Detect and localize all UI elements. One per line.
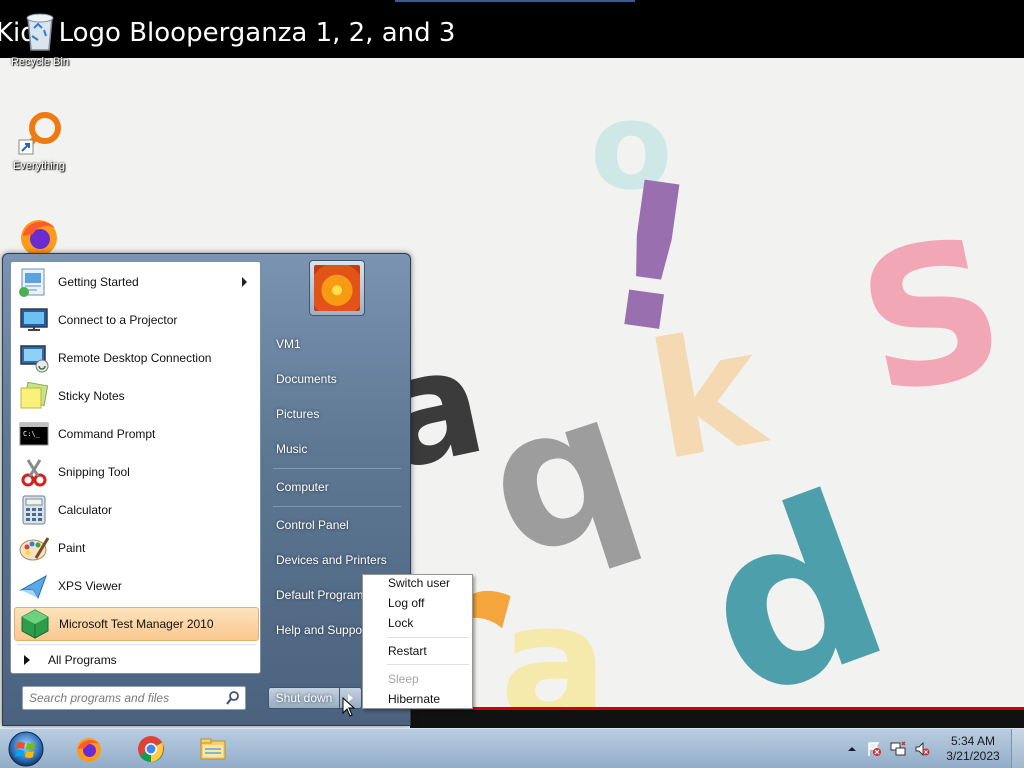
taskbar-app-file-explorer[interactable]	[184, 731, 240, 767]
show-desktop-button[interactable]	[1011, 729, 1024, 768]
right-item-devices-printers[interactable]: Devices and Printers	[267, 546, 407, 574]
program-paint[interactable]: Paint	[14, 531, 259, 565]
desktop-icon-everything[interactable]: Everything	[1, 110, 77, 172]
everything-search-icon	[15, 110, 63, 158]
video-title-bar: Kids Logo Blooperganza 1, 2, and 3	[0, 0, 1024, 58]
recycle-bin-icon	[16, 6, 64, 54]
right-item-control-panel[interactable]: Control Panel	[267, 511, 407, 539]
program-xps-viewer[interactable]: XPS Viewer	[14, 569, 259, 603]
calculator-icon	[18, 494, 50, 526]
start-menu: Getting Started Connect to a Projector R…	[2, 253, 411, 726]
desktop-icon-label: Recycle Bin	[10, 56, 70, 68]
program-label: Command Prompt	[58, 427, 156, 441]
show-hidden-icons-chevron-icon[interactable]	[844, 741, 860, 757]
file-explorer-icon	[200, 738, 226, 760]
menu-item-lock[interactable]: Lock	[365, 613, 470, 633]
program-connect-to-projector[interactable]: Connect to a Projector	[14, 303, 259, 337]
program-label: Microsoft Test Manager 2010	[59, 617, 214, 631]
system-clock[interactable]: 5:34 AM 3/21/2023	[938, 734, 1008, 764]
sticky-notes-icon	[18, 380, 50, 412]
right-item-user[interactable]: VM1	[267, 330, 407, 358]
shutdown-options-menu: Switch user Log off Lock Restart Sleep H…	[362, 574, 473, 709]
program-label: Getting Started	[58, 275, 139, 289]
right-item-documents[interactable]: Documents	[267, 365, 407, 393]
program-label: XPS Viewer	[58, 579, 122, 593]
separator	[387, 637, 469, 638]
all-programs-button[interactable]: All Programs	[14, 648, 259, 672]
menu-item-sleep: Sleep	[388, 672, 419, 686]
letter-k: k	[637, 293, 778, 496]
video-controls-strip	[410, 710, 1024, 728]
xps-viewer-icon	[18, 570, 50, 602]
search-icon[interactable]	[225, 690, 241, 706]
submenu-arrow-icon[interactable]	[242, 277, 247, 287]
volume-muted-icon[interactable]	[914, 741, 930, 757]
expand-arrow-icon	[24, 655, 30, 665]
program-snipping-tool[interactable]: Snipping Tool	[14, 455, 259, 489]
program-label: Connect to a Projector	[58, 313, 178, 327]
program-label: Calculator	[58, 503, 113, 517]
search-input[interactable]	[29, 690, 217, 706]
program-label: Remote Desktop Connection	[58, 351, 212, 365]
right-item-music[interactable]: Music	[267, 435, 407, 463]
action-center-flag-icon[interactable]	[866, 741, 882, 757]
separator	[273, 506, 401, 507]
chrome-icon	[138, 736, 164, 763]
clock-date: 3/21/2023	[946, 749, 1000, 763]
projector-icon	[18, 304, 50, 336]
desktop-icon-label: Everything	[13, 160, 65, 172]
desktop-icon-recycle-bin[interactable]: Recycle Bin	[2, 6, 78, 68]
snipping-tool-icon	[18, 456, 50, 488]
right-item-pictures[interactable]: Pictures	[267, 400, 407, 428]
program-test-manager[interactable]: Microsoft Test Manager 2010	[14, 607, 259, 641]
network-icon[interactable]	[890, 741, 906, 757]
mouse-pointer-icon	[342, 697, 356, 717]
separator	[17, 644, 256, 645]
right-item-computer[interactable]: Computer	[267, 473, 407, 501]
program-label: Snipping Tool	[58, 465, 130, 479]
flower-avatar-icon	[314, 265, 360, 311]
command-prompt-icon: C:\_	[18, 418, 50, 450]
letter-s: S	[842, 194, 1022, 439]
taskbar-app-chrome[interactable]	[122, 731, 178, 767]
program-calculator[interactable]: Calculator	[14, 493, 259, 527]
clock-time: 5:34 AM	[950, 734, 996, 748]
program-command-prompt[interactable]: C:\_ Command Prompt	[14, 417, 259, 451]
letter-d: d	[671, 445, 917, 728]
user-picture[interactable]	[309, 260, 365, 316]
menu-item-hibernate[interactable]: Hibernate	[365, 689, 470, 709]
taskbar-app-firefox[interactable]	[60, 731, 116, 767]
program-sticky-notes[interactable]: Sticky Notes	[14, 379, 259, 413]
start-button[interactable]	[6, 730, 46, 768]
separator	[273, 468, 401, 469]
svg-text:C:\_: C:\_	[23, 430, 41, 438]
video-top-progress	[395, 0, 635, 2]
shutdown-button[interactable]: Shut down	[268, 687, 340, 709]
start-search-box[interactable]	[22, 686, 246, 710]
menu-item-restart[interactable]: Restart	[365, 641, 470, 661]
separator	[387, 664, 469, 665]
program-label: Sticky Notes	[58, 389, 125, 403]
firefox-icon	[77, 738, 101, 762]
letter-yellow: a	[500, 569, 608, 728]
menu-item-switch-user[interactable]: Switch user	[365, 573, 470, 593]
program-label: Paint	[58, 541, 86, 555]
test-manager-icon	[19, 608, 51, 640]
paint-icon	[18, 532, 50, 564]
all-programs-label: All Programs	[48, 653, 117, 667]
getting-started-icon	[18, 266, 50, 298]
program-getting-started[interactable]: Getting Started	[14, 265, 259, 299]
program-remote-desktop[interactable]: Remote Desktop Connection	[14, 341, 259, 375]
menu-item-log-off[interactable]: Log off	[365, 593, 470, 613]
taskbar: 5:34 AM 3/21/2023	[0, 728, 1024, 768]
remote-desktop-icon	[18, 342, 50, 374]
start-menu-programs-pane: Getting Started Connect to a Projector R…	[10, 261, 261, 674]
